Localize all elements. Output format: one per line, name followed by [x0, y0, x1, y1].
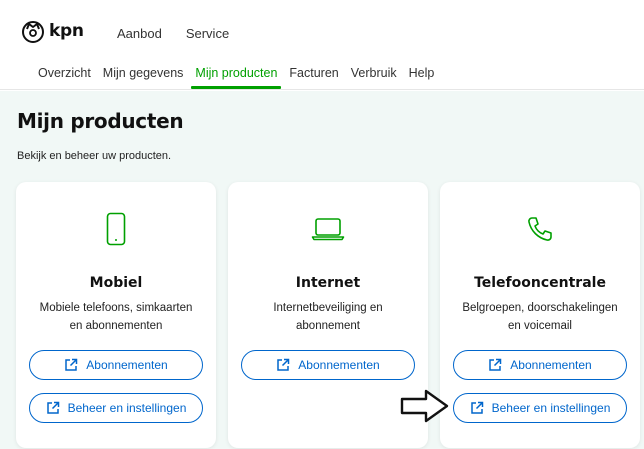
button-label: Abonnementen: [86, 358, 168, 372]
tab-overzicht[interactable]: Overzicht: [38, 66, 91, 86]
logo-text: kpn: [49, 21, 84, 41]
button-label: Abonnementen: [298, 358, 380, 372]
card-description-line: en abonnementen: [69, 320, 163, 332]
tab-facturen[interactable]: Facturen: [289, 66, 338, 86]
card-description-line: Belgroepen, doorschakelingen: [462, 302, 618, 314]
card-title: Internet: [295, 275, 361, 291]
tab-mijn-producten[interactable]: Mijn producten: [191, 66, 282, 89]
main-content: Mijn producten Bekijk en beheer uw produ…: [0, 91, 644, 449]
card-description-line: en voicemail: [508, 320, 572, 332]
external-link-icon: [489, 358, 502, 371]
mobile-phone-icon: [99, 212, 133, 246]
telefooncentrale-beheer-button[interactable]: Beheer en instellingen: [453, 393, 627, 423]
telefooncentrale-abonnementen-button[interactable]: Abonnementen: [453, 350, 627, 380]
button-label: Beheer en instellingen: [491, 401, 611, 415]
card-description-line: abonnement: [296, 320, 360, 332]
mobiel-beheer-button[interactable]: Beheer en instellingen: [29, 393, 203, 423]
top-nav: Aanbod Service: [117, 26, 229, 41]
laptop-icon: [311, 212, 345, 246]
card-title: Mobiel: [89, 275, 143, 291]
tab-verbruik[interactable]: Verbruik: [351, 66, 397, 86]
product-card-telefooncentrale: Telefooncentrale Belgroepen, doorschakel…: [440, 182, 640, 448]
mobiel-abonnementen-button[interactable]: Abonnementen: [29, 350, 203, 380]
kpn-crown-icon: [22, 21, 44, 43]
tab-mijn-gegevens[interactable]: Mijn gegevens: [103, 66, 184, 86]
phone-handset-icon: [523, 212, 557, 246]
pointer-arrow-icon: [400, 389, 449, 423]
page-subtitle: Bekijk en beheer uw producten.: [17, 150, 172, 162]
card-description-line: Internetbeveiliging en: [273, 302, 383, 314]
sub-nav: Overzicht Mijn gegevens Mijn producten F…: [0, 62, 644, 90]
external-link-icon: [470, 401, 483, 414]
top-header: kpn Aanbod Service: [0, 0, 644, 62]
card-title: Telefooncentrale: [474, 275, 606, 291]
topnav-aanbod[interactable]: Aanbod: [117, 26, 162, 41]
card-description-line: Mobiele telefoons, simkaarten: [39, 302, 193, 314]
kpn-logo[interactable]: kpn: [20, 18, 84, 44]
internet-abonnementen-button[interactable]: Abonnementen: [241, 350, 415, 380]
product-card-internet: Internet Internetbeveiliging en abonneme…: [228, 182, 428, 448]
external-link-icon: [46, 401, 59, 414]
product-card-mobiel: Mobiel Mobiele telefoons, simkaarten en …: [16, 182, 216, 448]
card-description: Belgroepen, doorschakelingen en voicemai…: [448, 299, 632, 335]
page-title: Mijn producten: [17, 109, 184, 133]
tab-help[interactable]: Help: [409, 66, 435, 86]
external-link-icon: [277, 358, 290, 371]
card-description: Mobiele telefoons, simkaarten en abonnem…: [24, 299, 208, 335]
topnav-service[interactable]: Service: [186, 26, 229, 41]
card-description: Internetbeveiliging en abonnement: [236, 299, 420, 335]
button-label: Beheer en instellingen: [67, 401, 187, 415]
button-label: Abonnementen: [510, 358, 592, 372]
external-link-icon: [65, 358, 78, 371]
